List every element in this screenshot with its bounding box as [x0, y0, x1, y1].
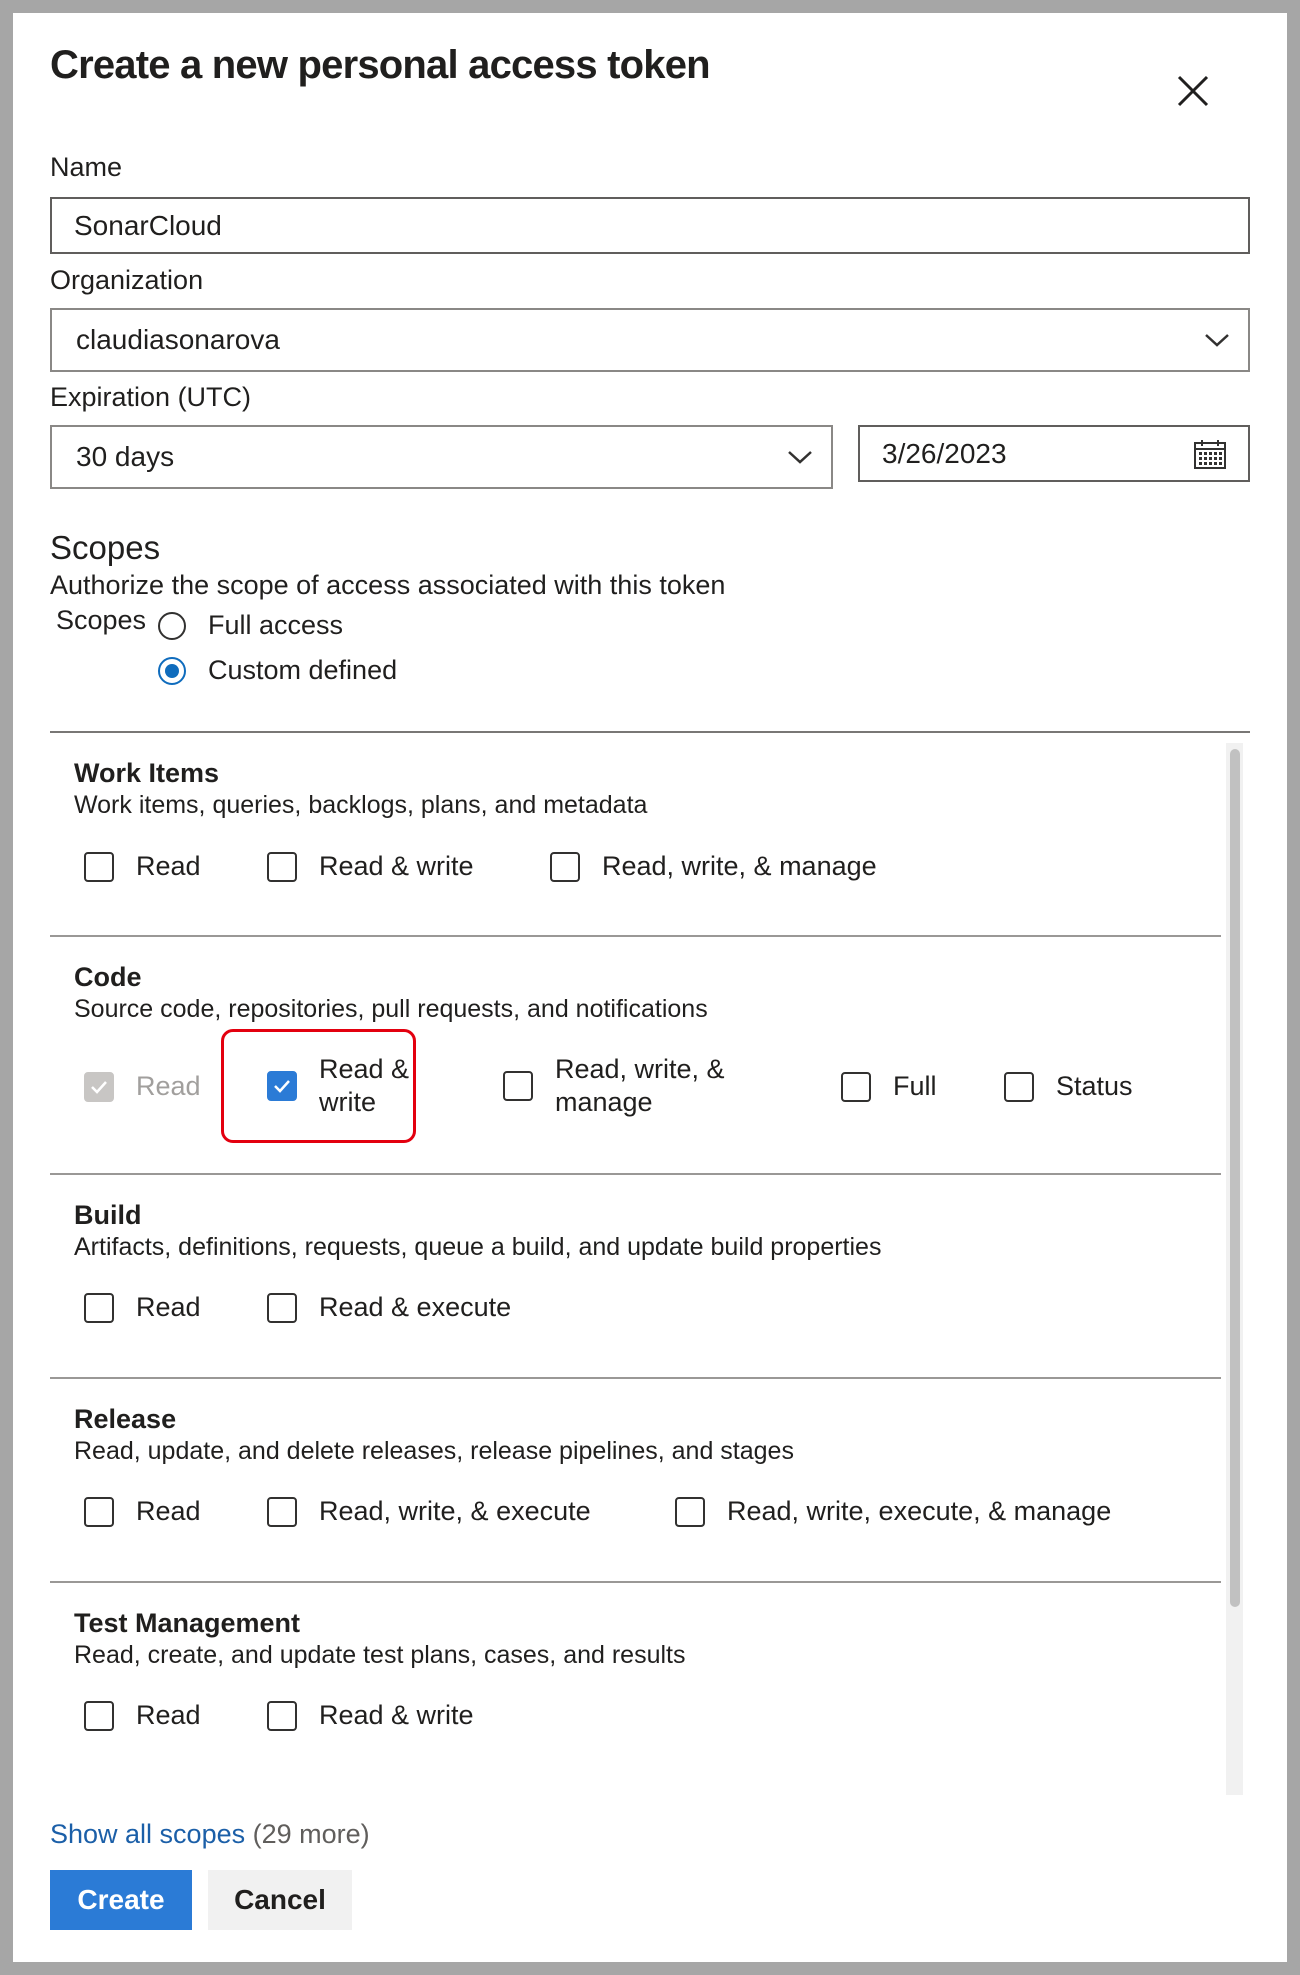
expiration-date-value: 3/26/2023 — [882, 437, 1007, 469]
checkbox-box[interactable] — [675, 1496, 705, 1527]
section-desc-build: Artifacts, definitions, requests, queue … — [74, 1233, 882, 1261]
checkbox-box[interactable] — [841, 1071, 871, 1102]
checkbox-box[interactable] — [267, 1071, 297, 1101]
checkbox-label: Read — [136, 1700, 201, 1730]
name-label: Name — [50, 152, 123, 182]
checkbox-box[interactable] — [267, 1700, 297, 1731]
section-divider — [50, 1377, 1221, 1379]
checkbox-box[interactable] — [84, 1496, 114, 1527]
checkbox-label: Read — [136, 1071, 201, 1101]
checkbox-label: Read & write — [319, 851, 474, 881]
checkmark-icon — [274, 1080, 290, 1093]
checkbox-work-items-manage[interactable]: Read, write, & manage — [550, 850, 877, 883]
checkbox-code-read: Read — [84, 1070, 201, 1103]
expiration-select[interactable]: 30 days — [50, 425, 833, 489]
checkbox-code-read-write[interactable]: Read & write — [267, 1053, 419, 1119]
show-all-scopes: Show all scopes (29 more) — [50, 1819, 370, 1850]
scrollbar-thumb[interactable] — [1230, 749, 1240, 1607]
token-dialog: Create a new personal access token Name … — [13, 13, 1287, 1962]
checkbox-build-read-execute[interactable]: Read & execute — [267, 1291, 511, 1324]
radio-custom-defined[interactable]: Custom defined — [158, 655, 397, 686]
organization-select[interactable]: claudiasonarova — [50, 308, 1250, 372]
name-field[interactable]: SonarCloud — [50, 197, 1250, 254]
checkbox-label: Read, write, & execute — [319, 1496, 591, 1526]
chevron-down-icon — [788, 451, 812, 464]
checkbox-code-status[interactable]: Status — [1004, 1070, 1133, 1103]
radio-custom-defined-label: Custom defined — [208, 655, 398, 685]
expiration-date-field[interactable]: 3/26/2023 — [858, 425, 1250, 482]
section-title-test-management: Test Management — [74, 1608, 301, 1638]
checkbox-code-manage[interactable]: Read, write, & manage — [503, 1053, 765, 1119]
section-title-build: Build — [74, 1200, 142, 1230]
section-desc-test-management: Read, create, and update test plans, cas… — [74, 1641, 686, 1669]
checkbox-code-full[interactable]: Full — [841, 1070, 937, 1103]
section-divider — [50, 935, 1221, 937]
checkbox-box[interactable] — [84, 851, 114, 882]
checkbox-label: Read, write, & manage — [602, 851, 877, 881]
radio-full-access-label: Full access — [208, 610, 344, 640]
section-desc-work-items: Work items, queries, backlogs, plans, an… — [74, 791, 648, 819]
checkbox-test-read[interactable]: Read — [84, 1699, 201, 1732]
organization-value: claudiasonarova — [76, 324, 280, 355]
checkbox-work-items-read[interactable]: Read — [84, 850, 201, 883]
checkbox-release-manage[interactable]: Read, write, execute, & manage — [675, 1495, 1111, 1528]
checkbox-box — [84, 1071, 114, 1102]
create-button[interactable]: Create — [50, 1870, 192, 1930]
checkbox-label: Read — [136, 1496, 201, 1526]
checkbox-box[interactable] — [84, 1292, 114, 1323]
expiration-label: Expiration (UTC) — [50, 382, 252, 412]
checkbox-label: Full — [893, 1071, 937, 1101]
scopes-heading: Scopes — [50, 529, 161, 566]
checkmark-icon — [91, 1080, 107, 1094]
checkbox-test-read-write[interactable]: Read & write — [267, 1699, 474, 1732]
section-title-code: Code — [74, 962, 142, 992]
checkbox-box[interactable] — [267, 1496, 297, 1527]
radio-full-access[interactable]: Full access — [158, 610, 343, 641]
calendar-icon[interactable] — [1193, 438, 1227, 470]
checkbox-box[interactable] — [267, 1292, 297, 1323]
more-count: (29 more) — [252, 1819, 370, 1849]
section-divider — [50, 1581, 1221, 1583]
section-title-work-items: Work Items — [74, 758, 220, 788]
dialog-title: Create a new personal access token — [50, 43, 711, 87]
section-title-release: Release — [74, 1404, 177, 1434]
checkbox-box[interactable] — [84, 1700, 114, 1731]
radio-full-access-circle[interactable] — [158, 611, 186, 640]
checkbox-work-items-read-write[interactable]: Read & write — [267, 850, 474, 883]
scopes-description: Authorize the scope of access associated… — [50, 570, 726, 600]
expiration-value: 30 days — [76, 441, 175, 472]
checkbox-box[interactable] — [503, 1071, 533, 1101]
checkbox-label: Read — [136, 851, 201, 881]
checkbox-label: Status — [1056, 1071, 1133, 1101]
checkbox-label: Read & execute — [319, 1292, 512, 1322]
radio-custom-defined-circle[interactable] — [158, 656, 186, 685]
checkbox-label: Read, write, execute, & manage — [727, 1496, 1112, 1526]
section-divider — [50, 1173, 1221, 1175]
scopes-group-label: Scopes — [56, 605, 147, 635]
checkbox-release-read-write-execute[interactable]: Read, write, & execute — [267, 1495, 591, 1528]
checkbox-label: Read, write, & manage — [555, 1054, 725, 1117]
close-icon[interactable] — [1165, 63, 1221, 119]
checkbox-label: Read — [136, 1292, 201, 1322]
checkbox-release-read[interactable]: Read — [84, 1495, 201, 1528]
organization-label: Organization — [50, 265, 204, 295]
checkbox-label: Read & write — [319, 1054, 410, 1117]
scopes-top-divider — [50, 731, 1250, 733]
name-value: SonarCloud — [74, 209, 222, 241]
section-desc-code: Source code, repositories, pull requests… — [74, 995, 708, 1023]
checkbox-box[interactable] — [1004, 1071, 1034, 1102]
checkbox-box[interactable] — [550, 851, 580, 882]
checkbox-box[interactable] — [267, 851, 297, 882]
section-desc-release: Read, update, and delete releases, relea… — [74, 1437, 794, 1465]
checkbox-label: Read & write — [319, 1700, 474, 1730]
checkbox-build-read[interactable]: Read — [84, 1291, 201, 1324]
cancel-button[interactable]: Cancel — [208, 1870, 352, 1930]
scopes-scrollbar[interactable] — [1226, 743, 1243, 1795]
show-all-scopes-link[interactable]: Show all scopes — [50, 1819, 245, 1849]
chevron-down-icon — [1205, 334, 1229, 347]
